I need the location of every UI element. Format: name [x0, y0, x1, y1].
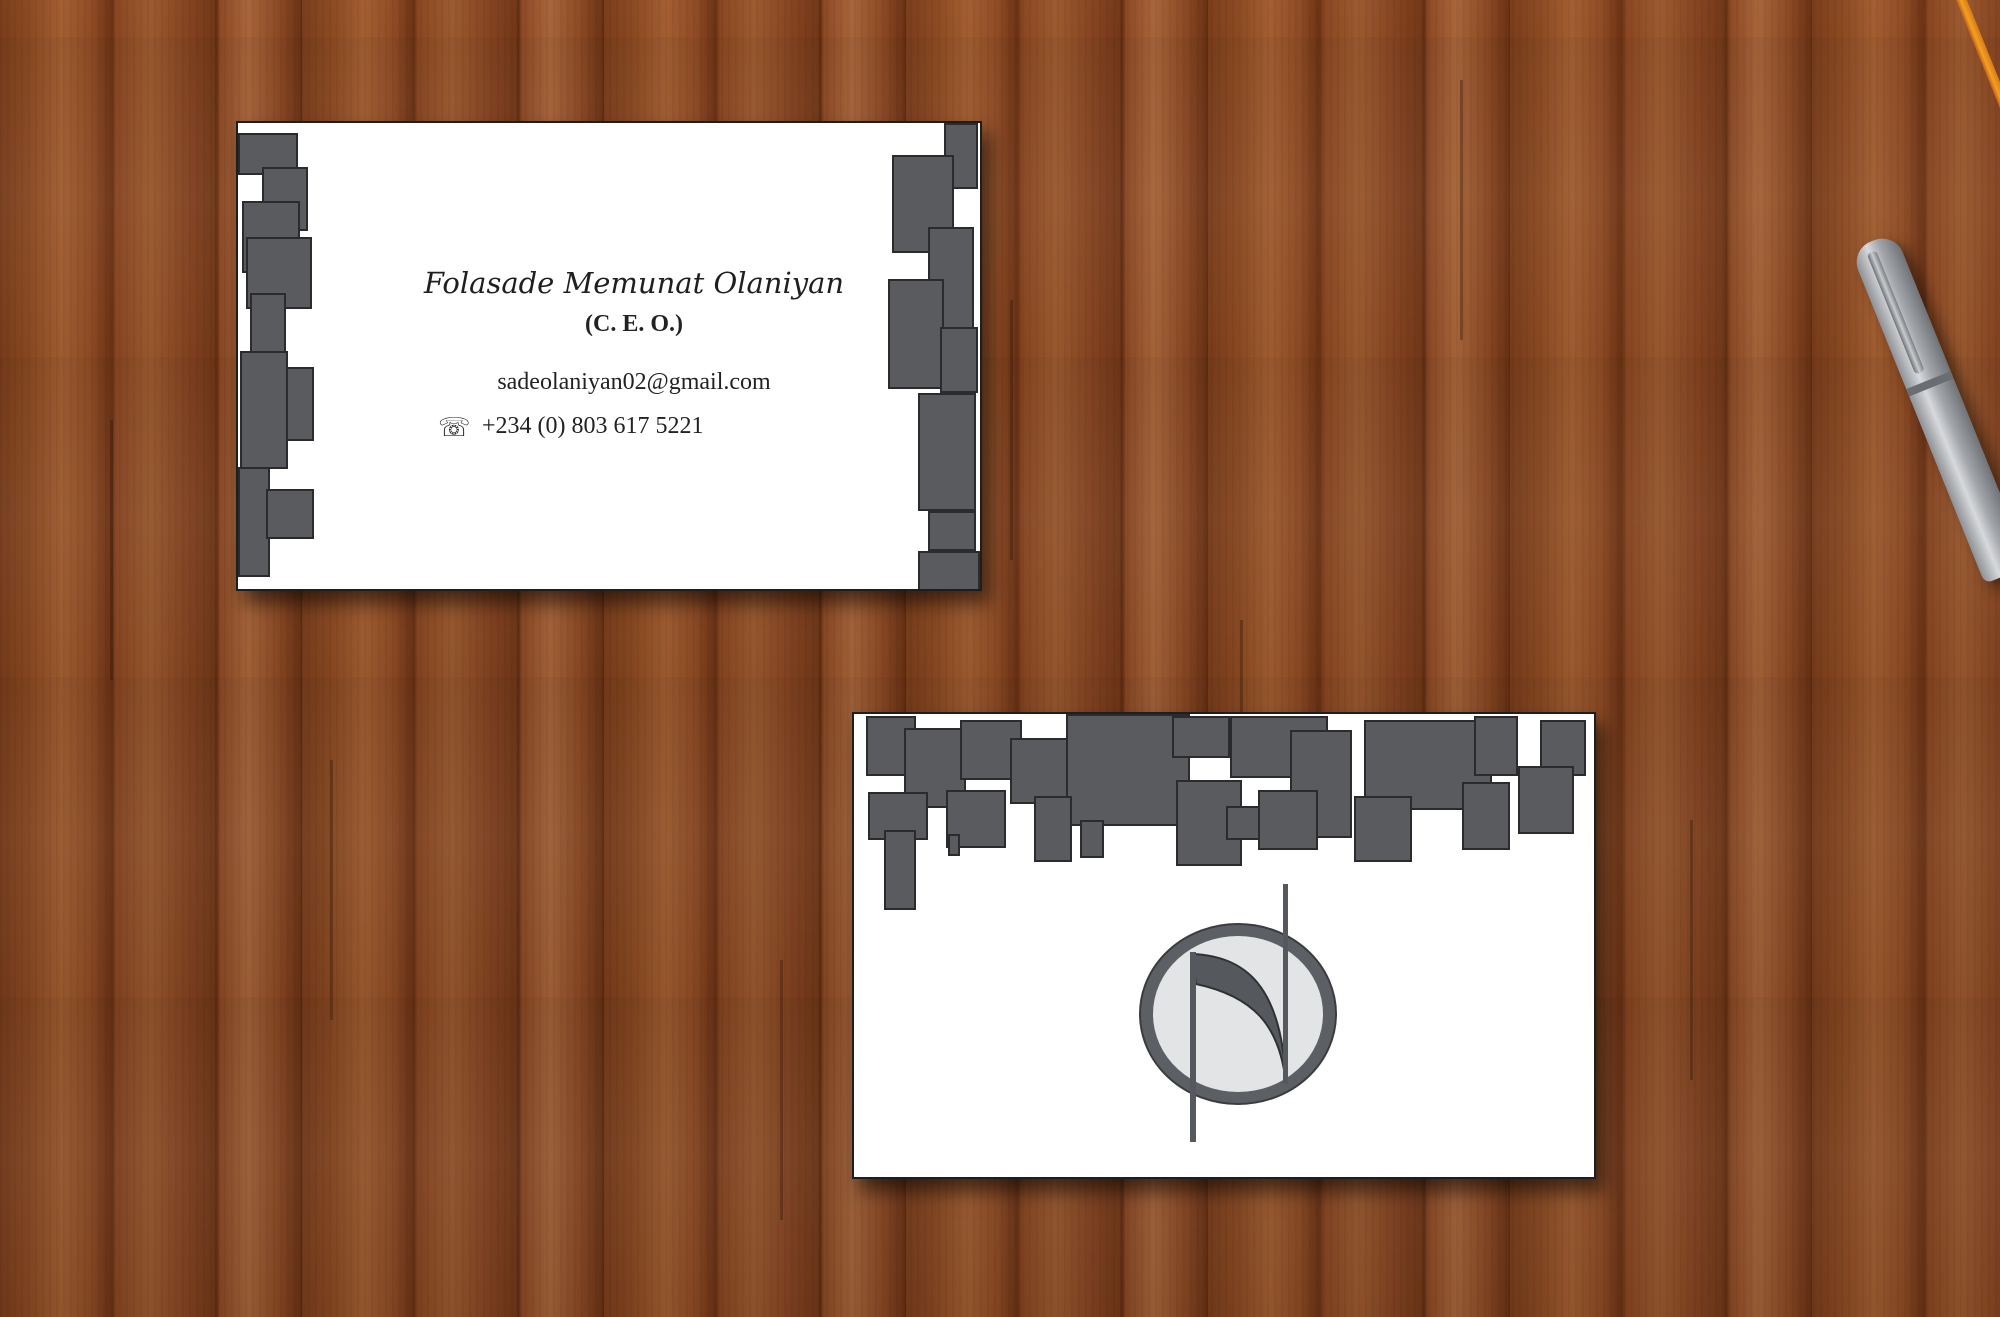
decor-block — [1172, 716, 1230, 758]
pen-band — [1906, 371, 1954, 397]
decor-block — [1518, 766, 1574, 834]
plank-seam — [1690, 820, 1693, 1080]
decor-block — [240, 351, 288, 469]
plank-seam — [1460, 80, 1463, 340]
decor-block — [928, 511, 976, 551]
cardholder-name: Folasade Memunat Olaniyan — [423, 266, 845, 300]
cardholder-title: (C. E. O.) — [585, 311, 683, 337]
decor-block — [266, 489, 314, 539]
phone-number: +234 (0) 803 617 5221 — [482, 413, 704, 439]
logo-stem-right — [1283, 884, 1288, 1084]
decor-block — [1474, 716, 1518, 776]
plank-seam — [1010, 300, 1013, 560]
decor-block — [918, 551, 980, 589]
decor-block — [884, 830, 916, 910]
business-card-front: Folasade Memunat Olaniyan (C. E. O.) sad… — [236, 121, 982, 591]
decor-block — [1080, 820, 1104, 858]
logo-inner-disc — [1153, 936, 1323, 1092]
note-monogram-icon — [1139, 884, 1337, 1142]
decor-block — [948, 834, 960, 856]
telephone-icon: ☏ — [438, 413, 471, 442]
business-card-back — [852, 712, 1596, 1179]
decor-block — [888, 279, 944, 389]
email-address: sadeolaniyan02@gmail.com — [497, 369, 771, 395]
plank-seam — [330, 760, 333, 1020]
decor-block — [1354, 796, 1412, 862]
decor-block — [286, 367, 314, 441]
decor-block — [1258, 790, 1318, 850]
phone-row: ☏ +234 (0) 803 617 5221 — [438, 413, 858, 443]
plank-seam — [110, 420, 113, 680]
decor-block — [1034, 796, 1072, 862]
decor-block — [1010, 738, 1068, 804]
logo-stem-left — [1190, 952, 1196, 1142]
decor-block — [940, 327, 978, 393]
decor-block — [1462, 782, 1510, 850]
decor-block — [918, 393, 976, 511]
plank-seam — [780, 960, 783, 1220]
